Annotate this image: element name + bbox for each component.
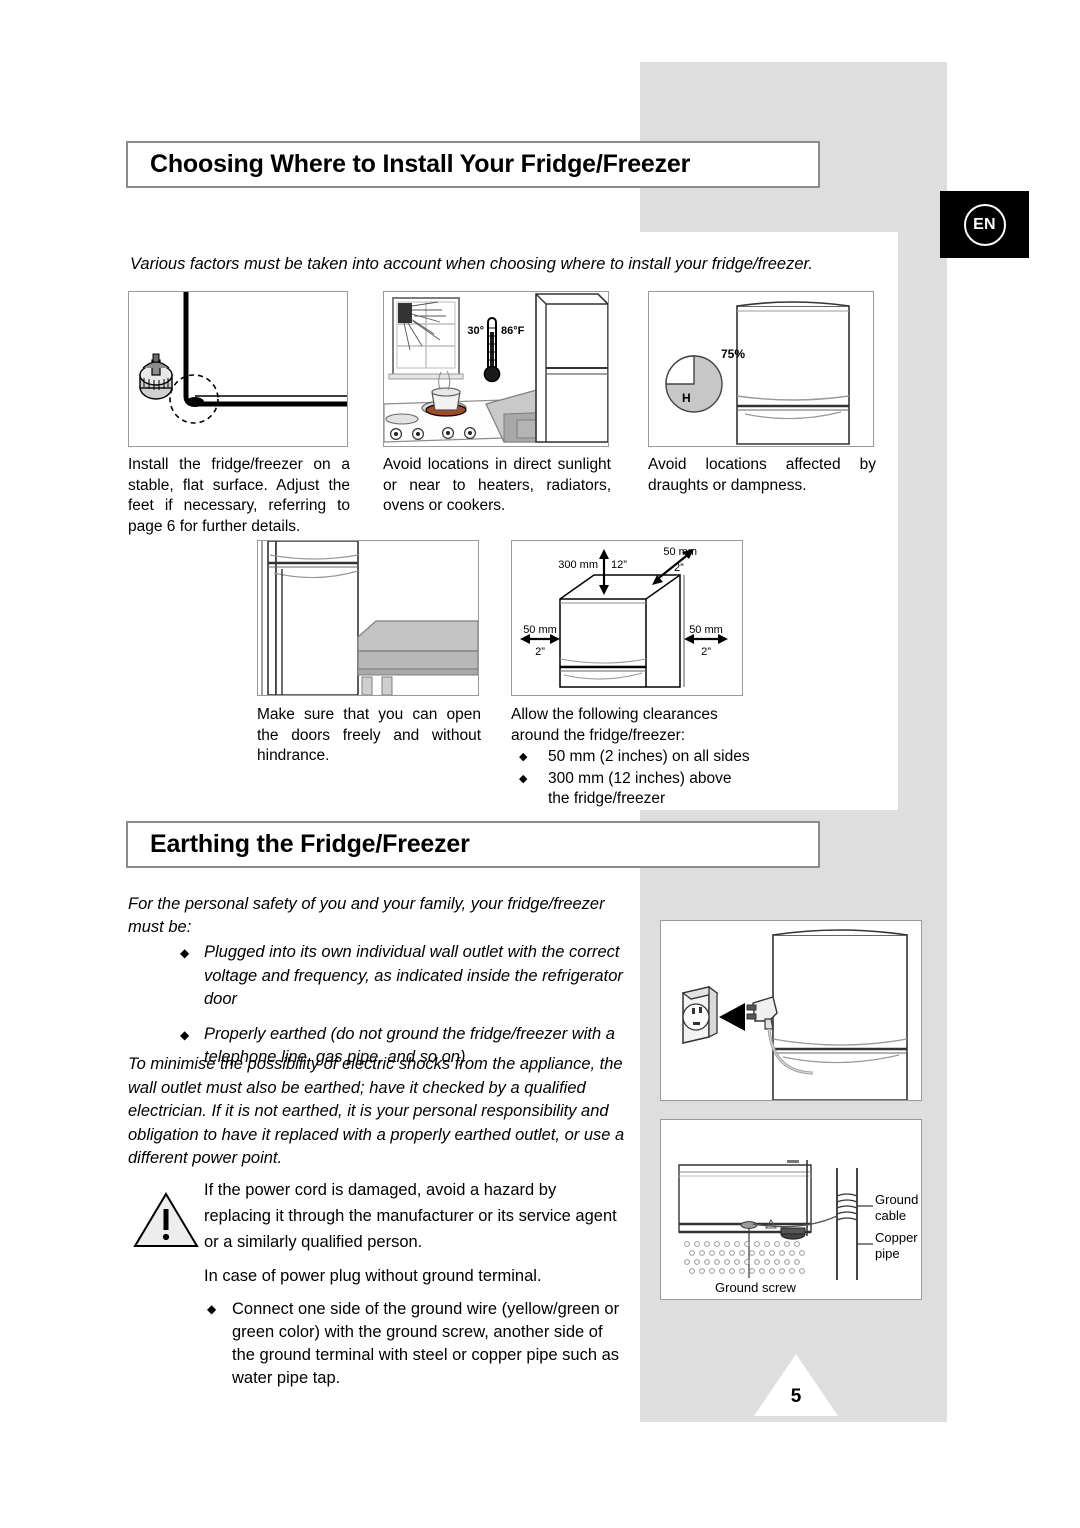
section-title-install-text: Choosing Where to Install Your Fridge/Fr… <box>150 150 691 178</box>
language-badge-label: EN <box>963 203 1006 246</box>
figure-caption-draughts-dampness: Avoid locations affected by draughts or … <box>648 456 876 494</box>
figure-air-clearance: 300 mm 12” 50 mm 2” 50 mm 2” 50 mm 2” <box>511 540 743 696</box>
label-copper-pipe-line2: pipe <box>875 1246 900 1261</box>
earthing-intro-text: For the personal safety of you and your … <box>128 895 605 936</box>
earthing-paragraph: To minimise the possibility of electric … <box>128 1055 625 1167</box>
clearance-bullet-2: 300 mm (12 inches) above the fridge/free… <box>548 769 732 808</box>
clearance-right-mm: 50 mm <box>689 624 723 636</box>
list-item: ◆ Connect one side of the ground wire (ye… <box>204 1298 624 1390</box>
thermometer-temp-high: 86°F <box>501 325 525 337</box>
warning-bullet-1: Connect one side of the ground wire (yel… <box>232 1300 620 1387</box>
earthing-bullet-1: Plugged into its own individual wall out… <box>204 943 623 1008</box>
figure-caption-level-surface: Install the fridge/freezer on a stable, … <box>128 456 350 535</box>
clearance-top-in: 12” <box>611 559 627 571</box>
thermometer-temp-low: 30° <box>467 325 484 337</box>
list-item: ◆ 50 mm (2 inches) on all sides <box>511 747 755 768</box>
figure-level-surface <box>128 291 348 447</box>
section-title-earthing-text: Earthing the Fridge/Freezer <box>150 830 470 858</box>
clearance-corner-in: 2” <box>674 562 684 574</box>
label-ground-cable-line2: cable <box>875 1208 906 1223</box>
figure-wall-outlet-plug <box>660 920 922 1101</box>
section-title-earthing: Earthing the Fridge/Freezer <box>126 821 820 868</box>
humidity-pie-icon: H <box>665 355 723 413</box>
bullet-diamond-icon: ◆ <box>180 946 190 960</box>
list-item: ◆ Plugged into its own individual wall ou… <box>128 941 628 1012</box>
page-number: 5 <box>790 1386 802 1407</box>
clearance-bullet-list: ◆ 50 mm (2 inches) on all sides ◆ 300 mm (… <box>511 747 755 810</box>
clearance-caption-line1: Allow the following clearances <box>511 706 718 723</box>
label-copper-pipe-line1: Copper <box>875 1230 918 1245</box>
humidity-symbol: H <box>682 391 691 405</box>
figure-caption-door-clearance: Make sure that you can open the doors fr… <box>257 706 481 764</box>
clearance-left-in: 2” <box>535 646 545 658</box>
warning-triangle-icon <box>133 1191 199 1249</box>
figure-caption-air-clearance: Allow the following clearances around th… <box>511 705 755 810</box>
clearance-left-mm: 50 mm <box>523 624 557 636</box>
figure-ground-screw-detail: Ground cable Copper pipe Ground screw <box>660 1119 922 1300</box>
list-item: ◆ 300 mm (12 inches) above the fridge/fre… <box>511 769 755 810</box>
warning-bullet-list: ◆ Connect one side of the ground wire (ye… <box>204 1298 624 1390</box>
clearance-caption-line2: around the fridge/freezer: <box>511 726 686 744</box>
figure-caption-direct-sunlight: Avoid locations in direct sunlight or ne… <box>383 456 611 514</box>
clearance-bullet-1: 50 mm (2 inches) on all sides <box>548 748 750 765</box>
label-ground-screw: Ground screw <box>715 1280 797 1295</box>
bullet-diamond-icon: ◆ <box>207 1302 217 1316</box>
figure-direct-sunlight: 30° 86°F <box>383 291 609 447</box>
wall-outlet-icon <box>681 985 719 1044</box>
section-title-install: Choosing Where to Install Your Fridge/Fr… <box>126 141 820 188</box>
clearance-corner-mm: 50 mm <box>663 546 697 558</box>
figure-door-clearance <box>257 540 479 696</box>
warning-paragraph-2: In case of power plug without ground ter… <box>204 1267 542 1285</box>
bullet-diamond-icon: ◆ <box>519 772 528 785</box>
clearance-right-in: 2” <box>701 646 711 658</box>
humidity-value: 75% <box>721 347 745 361</box>
clearance-top-mm: 300 mm <box>558 559 598 571</box>
label-ground-cable-line1: Ground <box>875 1192 918 1207</box>
bullet-diamond-icon: ◆ <box>519 751 528 763</box>
install-intro-text: Various factors must be taken into accou… <box>130 255 813 273</box>
figure-draughts-dampness: H 75% <box>648 291 874 447</box>
bullet-diamond-icon: ◆ <box>180 1027 190 1042</box>
language-badge: EN <box>940 191 1029 258</box>
warning-text-block: If the power cord is damaged, avoid a ha… <box>204 1177 624 1390</box>
warning-paragraph-1: If the power cord is damaged, avoid a ha… <box>204 1181 617 1251</box>
